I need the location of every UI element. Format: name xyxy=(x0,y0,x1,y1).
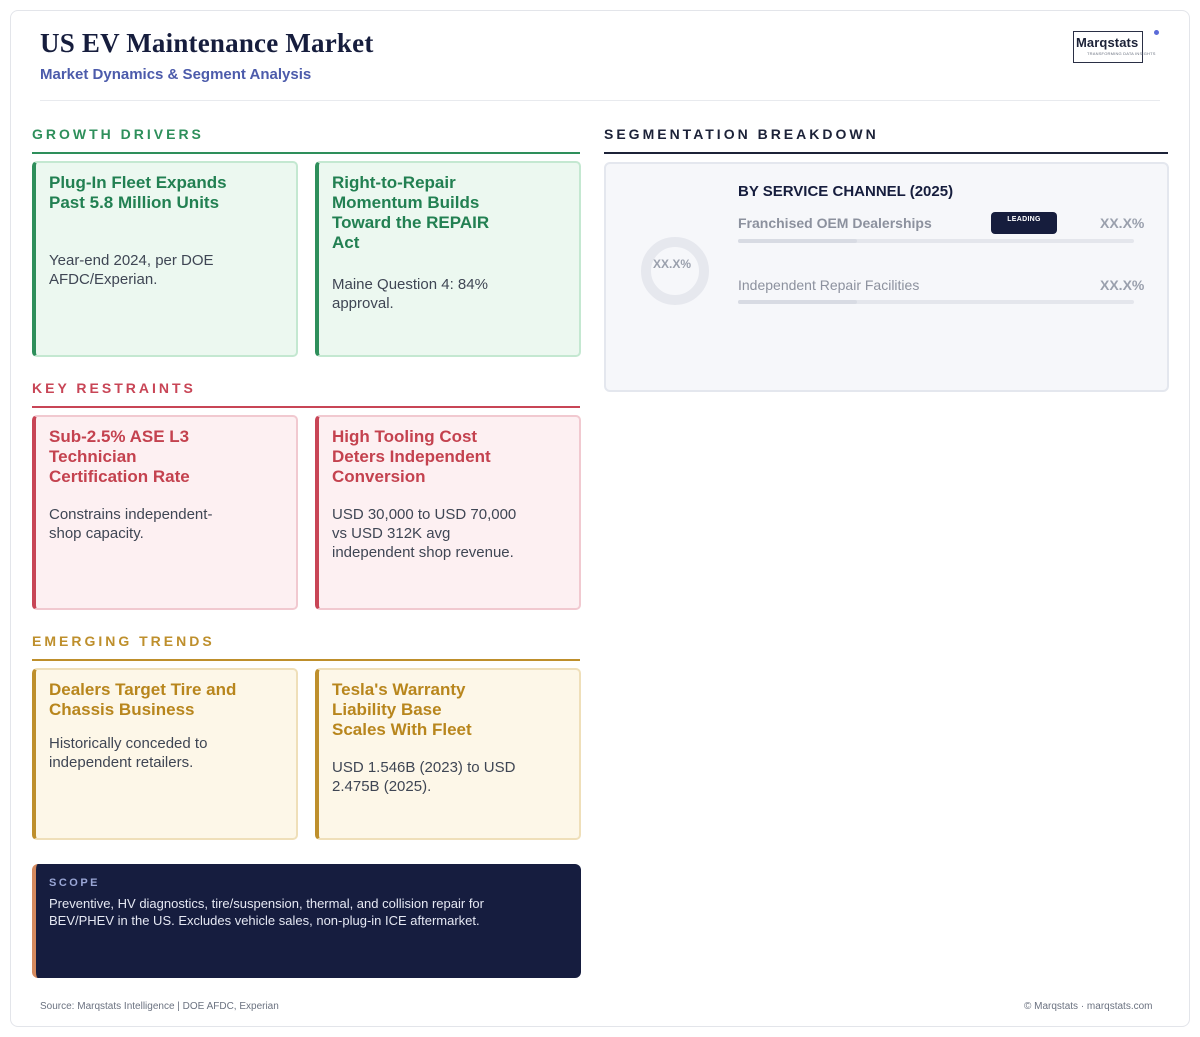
trend-card: Tesla's Warranty Liability Base Scales W… xyxy=(315,668,581,840)
segment-row-name: Franchised OEM Dealerships xyxy=(738,215,932,231)
emerging-trends-rule xyxy=(32,659,580,661)
segment-bar-track xyxy=(738,239,1134,243)
scope-text: Preventive, HV diagnostics, tire/suspens… xyxy=(49,896,484,928)
scope-label: SCOPE xyxy=(49,877,101,889)
driver-card-title: Plug-In Fleet Expands Past 5.8 Million U… xyxy=(49,173,227,212)
segment-row-value: XX.X% xyxy=(1100,215,1145,231)
restraint-card-title: High Tooling Cost Deters Independent Con… xyxy=(332,427,491,486)
page-title: US EV Maintenance Market xyxy=(40,28,374,58)
restraint-card: Sub-2.5% ASE L3 Technician Certification… xyxy=(32,415,298,610)
segmentation-rule xyxy=(604,152,1168,154)
segment-bar-track xyxy=(738,300,1134,304)
donut-ring xyxy=(641,237,709,305)
restraint-card-body: Constrains independent-shop capacity. xyxy=(49,506,213,542)
header-divider xyxy=(40,100,1160,101)
trend-card-title: Tesla's Warranty Liability Base Scales W… xyxy=(332,680,472,739)
donut-value: XX.X% xyxy=(653,257,692,271)
logo-tagline: TRANSFORMING DATA INSIGHTS xyxy=(1087,51,1156,56)
scope-box: SCOPE Preventive, HV diagnostics, tire/s… xyxy=(32,864,581,978)
restraint-card-title: Sub-2.5% ASE L3 Technician Certification… xyxy=(49,427,190,486)
segment-bar-fill xyxy=(738,300,857,304)
marqstats-logo: Marqstats TRANSFORMING DATA INSIGHTS xyxy=(1073,30,1159,64)
emerging-trends-label: EMERGING TRENDS xyxy=(32,633,215,649)
restraint-card: High Tooling Cost Deters Independent Con… xyxy=(315,415,581,610)
copyright-note: © Marqstats · marqstats.com xyxy=(1024,1001,1153,1012)
segment-row-name: Independent Repair Facilities xyxy=(738,277,920,293)
source-note: Source: Marqstats Intelligence | DOE AFD… xyxy=(40,1001,279,1012)
segment-bar-fill xyxy=(738,239,857,243)
logo-wordmark: Marqstats xyxy=(1076,35,1139,50)
segment-heading: BY SERVICE CHANNEL (2025) xyxy=(738,183,954,200)
driver-card: Right-to-Repair Momentum Builds Toward t… xyxy=(315,161,581,357)
trend-card-body: Historically conceded to independent ret… xyxy=(49,735,208,771)
driver-card-body: Year-end 2024, per DOE AFDC/Experian. xyxy=(49,252,214,288)
segmentation-panel: XX.X% BY SERVICE CHANNEL (2025) Franchis… xyxy=(604,162,1169,392)
leading-badge: LEADING xyxy=(991,212,1057,234)
restraint-card-body: USD 30,000 to USD 70,000 vs USD 312K avg… xyxy=(332,506,517,561)
key-restraints-label: KEY RESTRAINTS xyxy=(32,380,196,396)
segmentation-label: SEGMENTATION BREAKDOWN xyxy=(604,126,879,142)
logo-dot-icon xyxy=(1154,30,1159,35)
growth-drivers-rule xyxy=(32,152,580,154)
driver-card-title: Right-to-Repair Momentum Builds Toward t… xyxy=(332,173,490,252)
page-subtitle: Market Dynamics & Segment Analysis xyxy=(40,66,312,83)
driver-card-body: Maine Question 4: 84% approval. xyxy=(332,276,488,312)
segment-row-value: XX.X% xyxy=(1100,277,1145,293)
driver-card: Plug-In Fleet Expands Past 5.8 Million U… xyxy=(32,161,298,357)
trend-card: Dealers Target Tire and Chassis Business… xyxy=(32,668,298,840)
trend-card-body: USD 1.546B (2023) to USD 2.475B (2025). xyxy=(332,759,516,795)
key-restraints-rule xyxy=(32,406,580,408)
trend-card-title: Dealers Target Tire and Chassis Business xyxy=(49,680,237,719)
growth-drivers-label: GROWTH DRIVERS xyxy=(32,126,204,142)
share-donut xyxy=(641,237,709,305)
